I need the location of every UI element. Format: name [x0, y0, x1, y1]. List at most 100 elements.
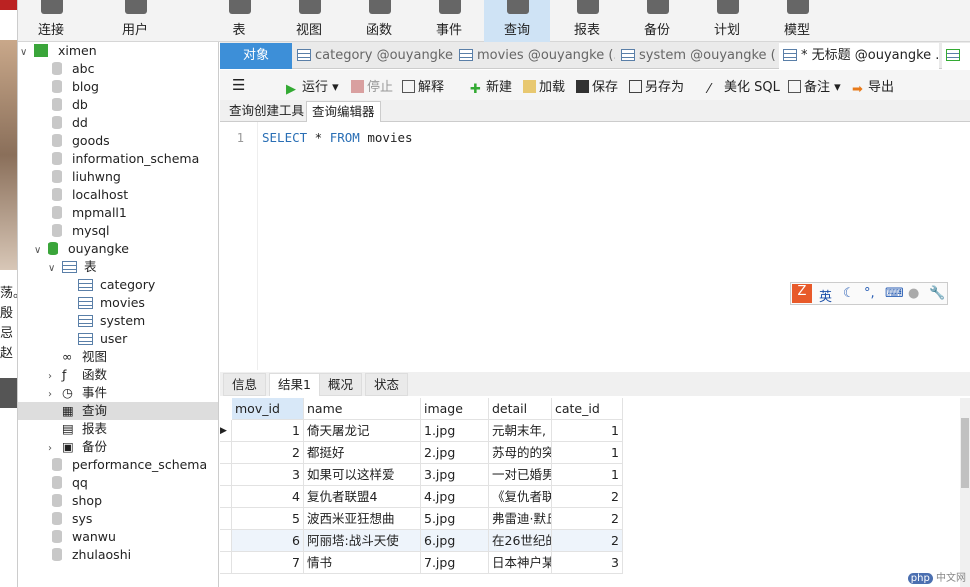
tree-database[interactable]: mysql	[18, 222, 110, 240]
load-button[interactable]: 加载	[523, 76, 565, 95]
row-indicator[interactable]	[220, 442, 232, 464]
cell-name[interactable]: 都挺好	[304, 442, 421, 464]
toolbar-9[interactable]: 计划	[694, 0, 760, 42]
new-button[interactable]: ✚ 新建	[470, 76, 512, 97]
tab-movies[interactable]: movies @ouyangke (...	[455, 43, 615, 69]
column-header[interactable]: image	[421, 398, 489, 420]
cell-name[interactable]: 波西米亚狂想曲	[304, 508, 421, 530]
cell-detail[interactable]: 一对已婚男	[489, 464, 552, 486]
cell-name[interactable]: 倚天屠龙记	[304, 420, 421, 442]
stop-button[interactable]: 停止	[351, 76, 393, 95]
cell-mov_id[interactable]: 1	[232, 420, 304, 442]
wrench-icon[interactable]: 🔧	[929, 286, 945, 301]
tab-result1[interactable]: 结果1	[269, 373, 320, 396]
tab-profile[interactable]: 概况	[319, 373, 363, 396]
tree-database[interactable]: shop	[18, 492, 102, 510]
ime-toolbar[interactable]: Z 英 ☾ °, ⌨ ● 🔧	[790, 282, 948, 305]
cell-image[interactable]: 3.jpg	[421, 464, 489, 486]
cell-detail[interactable]: 《复仇者联	[489, 486, 552, 508]
tree-group[interactable]: › ◷ 事件	[18, 384, 107, 402]
run-button[interactable]: ▶ 运行 ▾	[286, 76, 339, 97]
tree-group[interactable]: ▦ 查询	[18, 402, 218, 420]
tree-database[interactable]: blog	[18, 78, 99, 96]
toolbar-3[interactable]: 视图	[276, 0, 342, 42]
tab-untitled-query[interactable]: * 无标题 @ouyangke ...	[779, 43, 939, 69]
cell-name[interactable]: 如果可以这样爱	[304, 464, 421, 486]
tree-table[interactable]: movies	[18, 294, 145, 312]
toolbar-5[interactable]: 事件	[416, 0, 482, 42]
tree-table[interactable]: system	[18, 312, 145, 330]
tab-category[interactable]: category @ouyangke...	[293, 43, 453, 69]
scrollbar-thumb[interactable]	[961, 418, 969, 488]
cell-detail[interactable]: 在26世纪的	[489, 530, 552, 552]
cell-mov_id[interactable]: 3	[232, 464, 304, 486]
tree-group[interactable]: ∞ 视图	[18, 348, 107, 366]
cell-image[interactable]: 6.jpg	[421, 530, 489, 552]
toolbar-4[interactable]: 函数	[346, 0, 412, 42]
toolbar-0[interactable]: 连接	[18, 0, 84, 42]
cell-mov_id[interactable]: 5	[232, 508, 304, 530]
tree-database[interactable]: qq	[18, 474, 88, 492]
tree-database[interactable]: db	[18, 96, 88, 114]
tree-database[interactable]: goods	[18, 132, 110, 150]
tab-system[interactable]: system @ouyangke (...	[617, 43, 777, 69]
tab-objects[interactable]: 对象	[220, 43, 292, 69]
keyboard-icon[interactable]: ⌨	[885, 286, 904, 301]
toolbar-10[interactable]: 模型	[764, 0, 830, 42]
tree-database[interactable]: sys	[18, 510, 92, 528]
cell-image[interactable]: 7.jpg	[421, 552, 489, 574]
tree-connection[interactable]: ∨ ximen	[18, 42, 97, 60]
cell-mov_id[interactable]: 7	[232, 552, 304, 574]
row-indicator[interactable]	[220, 464, 232, 486]
toolbar-7[interactable]: 报表	[554, 0, 620, 42]
cell-image[interactable]: 4.jpg	[421, 486, 489, 508]
export-button[interactable]: ➡ 导出	[852, 76, 894, 97]
cell-mov_id[interactable]: 2	[232, 442, 304, 464]
tree-database[interactable]: abc	[18, 60, 94, 78]
column-header[interactable]: mov_id	[232, 398, 304, 420]
cell-cate_id[interactable]: 2	[552, 486, 623, 508]
toolbar-6[interactable]: 查询	[484, 0, 550, 42]
cell-mov_id[interactable]: 6	[232, 530, 304, 552]
tree-database[interactable]: zhulaoshi	[18, 546, 131, 564]
tree-database[interactable]: localhost	[18, 186, 128, 204]
user-icon[interactable]: ●	[908, 286, 919, 301]
row-indicator[interactable]	[220, 486, 232, 508]
row-indicator[interactable]	[220, 552, 232, 574]
cell-image[interactable]: 2.jpg	[421, 442, 489, 464]
cell-name[interactable]: 情书	[304, 552, 421, 574]
new-tab-button[interactable]	[942, 43, 970, 69]
sql-code[interactable]: SELECT * FROM movies	[262, 130, 413, 145]
tree-database[interactable]: performance_schema	[18, 456, 207, 474]
cell-detail[interactable]: 苏母的的突	[489, 442, 552, 464]
tab-query-builder[interactable]: 查询创建工具	[224, 101, 309, 122]
column-header[interactable]: detail	[489, 398, 552, 420]
menu-icon[interactable]: ☰	[232, 76, 245, 94]
tree-table[interactable]: category	[18, 276, 155, 294]
cell-name[interactable]: 阿丽塔:战斗天使	[304, 530, 421, 552]
cell-cate_id[interactable]: 1	[552, 442, 623, 464]
tree-database[interactable]: wanwu	[18, 528, 116, 546]
tree-table[interactable]: user	[18, 330, 127, 348]
cell-detail[interactable]: 日本神户某	[489, 552, 552, 574]
sql-editor[interactable]: 1 SELECT * FROM movies Z 英 ☾ °, ⌨ ● 🔧	[220, 122, 970, 370]
comment-button[interactable]: 备注 ▾	[788, 76, 841, 95]
cell-cate_id[interactable]: 3	[552, 552, 623, 574]
save-button[interactable]: 保存	[576, 76, 618, 95]
tree-database[interactable]: liuhwng	[18, 168, 121, 186]
beautify-sql-button[interactable]: ⁄ 美化 SQL	[708, 76, 780, 97]
row-indicator[interactable]	[220, 530, 232, 552]
cell-cate_id[interactable]: 2	[552, 508, 623, 530]
cell-mov_id[interactable]: 4	[232, 486, 304, 508]
cell-cate_id[interactable]: 1	[552, 464, 623, 486]
column-header[interactable]: cate_id	[552, 398, 623, 420]
tree-database[interactable]: information_schema	[18, 150, 199, 168]
cell-detail[interactable]: 弗雷迪·默丘	[489, 508, 552, 530]
moon-icon[interactable]: ☾	[843, 286, 855, 301]
cell-image[interactable]: 1.jpg	[421, 420, 489, 442]
cell-detail[interactable]: 元朝末年,	[489, 420, 552, 442]
toolbar-2[interactable]: 表	[206, 0, 272, 42]
tree-database[interactable]: mpmall1	[18, 204, 127, 222]
tab-query-editor[interactable]: 查询编辑器	[306, 101, 381, 122]
toolbar-8[interactable]: 备份	[624, 0, 690, 42]
